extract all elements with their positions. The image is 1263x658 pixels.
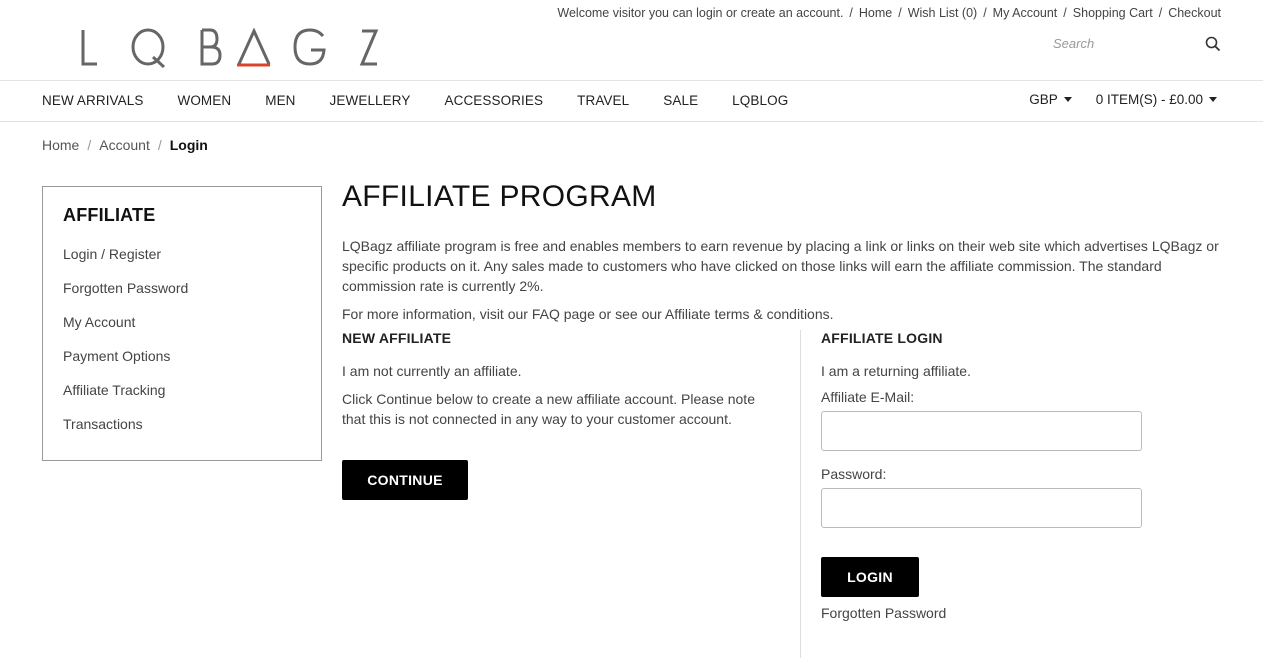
sidebar-item-forgotten-password[interactable]: Forgotten Password [63, 280, 301, 314]
chevron-down-icon [1063, 97, 1072, 102]
sidebar-item-payment-options[interactable]: Payment Options [63, 348, 301, 382]
login-button[interactable]: LOGIN [821, 557, 919, 597]
nav-item-new-arrivals[interactable]: NEW ARRIVALS [42, 93, 143, 108]
password-label: Password: [821, 466, 887, 482]
nav-item-sale[interactable]: SALE [663, 93, 698, 108]
page-title: AFFILIATE PROGRAM [342, 180, 657, 213]
sidebar-title: AFFILIATE [63, 205, 156, 225]
nav-item-lqblog[interactable]: LQBLOG [732, 93, 788, 108]
intro-text: LQBagz affiliate program is free and ena… [342, 238, 1219, 294]
welcome-text: Welcome visitor you can login or create … [557, 6, 844, 20]
site-logo[interactable] [80, 28, 380, 68]
forgotten-password-link[interactable]: Forgotten Password [821, 605, 1220, 621]
sidebar-item-login-register[interactable]: Login / Register [63, 246, 301, 280]
currency-dropdown[interactable]: GBP [1029, 92, 1072, 107]
chevron-down-icon [1209, 97, 1217, 102]
sidebar-item-my-account[interactable]: My Account [63, 314, 301, 348]
breadcrumb-home[interactable]: Home [42, 137, 79, 153]
new-affiliate-description: Click Continue below to create a new aff… [342, 391, 755, 427]
breadcrumb-current[interactable]: Login [170, 137, 208, 153]
top-links-bar: Welcome visitor you can login or create … [557, 6, 1221, 20]
search-input[interactable] [1053, 32, 1193, 54]
affiliate-login-status: I am a returning affiliate. [821, 363, 971, 379]
more-info-text: For more information, visit our FAQ page… [342, 306, 834, 322]
email-label: Affiliate E-Mail: [821, 389, 915, 405]
top-link-home[interactable]: Home [859, 6, 892, 20]
affiliate-login-heading: AFFILIATE LOGIN [821, 330, 943, 346]
top-link-shopping-cart[interactable]: Shopping Cart [1073, 6, 1153, 20]
logo-graphic [81, 28, 379, 68]
new-affiliate-status: I am not currently an affiliate. [342, 363, 522, 379]
breadcrumb: Home / Account / Login [42, 137, 208, 153]
new-affiliate-section: NEW AFFILIATE I am not currently an affi… [342, 330, 762, 500]
sidebar-item-affiliate-tracking[interactable]: Affiliate Tracking [63, 382, 301, 416]
top-link-wishlist[interactable]: Wish List (0) [908, 6, 977, 20]
breadcrumb-account[interactable]: Account [99, 137, 150, 153]
continue-button[interactable]: CONTINUE [342, 460, 468, 500]
main-nav: NEW ARRIVALS WOMEN MEN JEWELLERY ACCESSO… [0, 80, 1263, 122]
nav-item-accessories[interactable]: ACCESSORIES [444, 93, 543, 108]
nav-utilities: GBP 0 ITEM(S) - £0.00 [1029, 92, 1217, 107]
main-content: AFFILIATE PROGRAM LQBagz affiliate progr… [342, 180, 1222, 324]
top-link-my-account[interactable]: My Account [993, 6, 1058, 20]
currency-label: GBP [1029, 92, 1058, 107]
search-box [1053, 32, 1221, 56]
nav-item-travel[interactable]: TRAVEL [577, 93, 629, 108]
new-affiliate-heading: NEW AFFILIATE [342, 330, 452, 346]
nav-item-jewellery[interactable]: JEWELLERY [330, 93, 411, 108]
nav-menu: NEW ARRIVALS WOMEN MEN JEWELLERY ACCESSO… [42, 93, 822, 108]
search-icon[interactable] [1205, 36, 1221, 52]
sidebar-item-transactions[interactable]: Transactions [63, 416, 301, 450]
email-field[interactable] [821, 411, 1142, 451]
affiliate-login-section: AFFILIATE LOGIN I am a returning affilia… [800, 330, 1220, 658]
password-field[interactable] [821, 488, 1142, 528]
affiliate-sidebar: AFFILIATE Login / Register Forgotten Pas… [42, 186, 322, 461]
top-link-checkout[interactable]: Checkout [1168, 6, 1221, 20]
cart-dropdown[interactable]: 0 ITEM(S) - £0.00 [1096, 92, 1217, 107]
nav-item-women[interactable]: WOMEN [177, 93, 231, 108]
nav-item-men[interactable]: MEN [265, 93, 295, 108]
cart-summary: 0 ITEM(S) - £0.00 [1095, 92, 1203, 107]
